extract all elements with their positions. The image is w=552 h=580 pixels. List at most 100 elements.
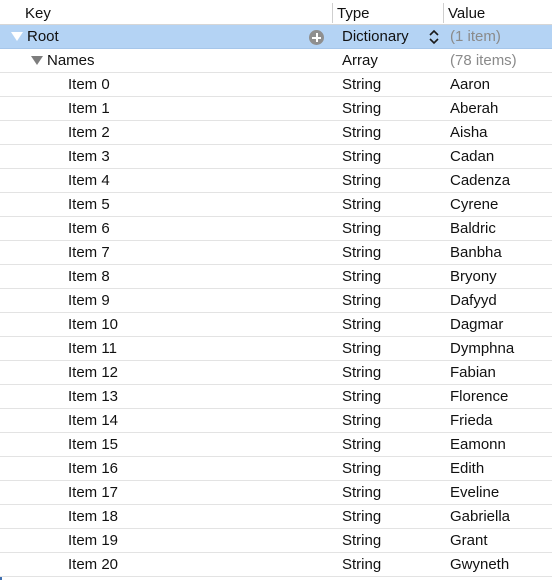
item-key: Item 15: [68, 436, 119, 453]
item-type: String: [342, 508, 382, 525]
list-item[interactable]: Item 18 String Gabriella: [0, 505, 552, 529]
list-item[interactable]: Item 6 String Baldric: [0, 217, 552, 241]
item-type: String: [342, 388, 382, 405]
list-item[interactable]: Item 7 String Banbha: [0, 241, 552, 265]
names-type: Array: [342, 52, 378, 69]
list-item[interactable]: Item 11 String Dymphna: [0, 337, 552, 361]
list-item[interactable]: Item 13 String Florence: [0, 385, 552, 409]
list-item[interactable]: Item 17 String Eveline: [0, 481, 552, 505]
item-value[interactable]: Eamonn: [450, 433, 506, 456]
item-key: Item 16: [68, 460, 119, 477]
item-key: Item 4: [68, 172, 110, 189]
item-key: Item 20: [68, 556, 119, 573]
item-key: Item 2: [68, 124, 110, 141]
list-item[interactable]: Item 4 String Cadenza: [0, 169, 552, 193]
disclosure-triangle-icon[interactable]: [31, 56, 43, 65]
item-value[interactable]: Edith: [450, 457, 484, 480]
list-item[interactable]: Item 14 String Frieda: [0, 409, 552, 433]
item-value[interactable]: Dymphna: [450, 337, 514, 360]
column-header-key[interactable]: Key: [25, 0, 51, 25]
item-key: Item 11: [68, 340, 117, 357]
item-key: Item 19: [68, 532, 119, 549]
item-value[interactable]: Banbha: [450, 241, 502, 264]
item-value[interactable]: Baldric: [450, 217, 496, 240]
list-item[interactable]: Item 1 String Aberah: [0, 97, 552, 121]
list-item[interactable]: Item 2 String Aisha: [0, 121, 552, 145]
column-divider[interactable]: [443, 3, 444, 23]
item-value[interactable]: Frieda: [450, 409, 493, 432]
item-key: Item 1: [68, 100, 110, 117]
item-key: Item 0: [68, 76, 110, 93]
item-type: String: [342, 316, 382, 333]
item-type: String: [342, 556, 382, 573]
item-type: String: [342, 460, 382, 477]
item-key: Item 12: [68, 364, 119, 381]
item-key: Item 8: [68, 268, 110, 285]
item-value[interactable]: Bryony: [450, 265, 497, 288]
item-key: Item 9: [68, 292, 110, 309]
list-item[interactable]: Item 10 String Dagmar: [0, 313, 552, 337]
item-key: Item 13: [68, 388, 119, 405]
item-value[interactable]: Cadan: [450, 145, 494, 168]
root-value: (1 item): [450, 28, 501, 45]
item-type: String: [342, 76, 382, 93]
names-key: Names: [47, 52, 95, 69]
item-value[interactable]: Dagmar: [450, 313, 503, 336]
root-type[interactable]: Dictionary: [342, 25, 409, 48]
item-type: String: [342, 172, 382, 189]
item-type: String: [342, 244, 382, 261]
list-item[interactable]: Item 20 String Gwyneth: [0, 553, 552, 577]
item-type: String: [342, 364, 382, 381]
list-item[interactable]: Item 16 String Edith: [0, 457, 552, 481]
list-item[interactable]: Item 8 String Bryony: [0, 265, 552, 289]
add-icon[interactable]: [309, 30, 324, 45]
list-item[interactable]: Item 3 String Cadan: [0, 145, 552, 169]
item-type: String: [342, 292, 382, 309]
plist-editor: Key Type Value Root Dictionary (1 item) …: [0, 0, 552, 580]
plist-rows: Root Dictionary (1 item) Names Array (78…: [0, 25, 552, 577]
item-key: Item 10: [68, 316, 119, 333]
item-value[interactable]: Florence: [450, 385, 508, 408]
column-header-type[interactable]: Type: [337, 0, 370, 25]
item-value[interactable]: Fabian: [450, 361, 496, 384]
item-value[interactable]: Cadenza: [450, 169, 510, 192]
list-item[interactable]: Item 19 String Grant: [0, 529, 552, 553]
item-type: String: [342, 532, 382, 549]
item-type: String: [342, 340, 382, 357]
column-divider[interactable]: [332, 3, 333, 23]
item-value[interactable]: Aaron: [450, 73, 490, 96]
item-type: String: [342, 100, 382, 117]
item-value[interactable]: Aberah: [450, 97, 498, 120]
root-row[interactable]: Root Dictionary (1 item): [0, 25, 552, 49]
item-type: String: [342, 412, 382, 429]
item-value[interactable]: Aisha: [450, 121, 488, 144]
column-header-value[interactable]: Value: [448, 0, 485, 25]
item-key: Item 6: [68, 220, 110, 237]
item-value[interactable]: Dafyyd: [450, 289, 497, 312]
item-type: String: [342, 268, 382, 285]
up-down-chevron-icon[interactable]: [428, 29, 440, 45]
item-value[interactable]: Gabriella: [450, 505, 510, 528]
column-header: Key Type Value: [0, 0, 552, 25]
list-item[interactable]: Item 5 String Cyrene: [0, 193, 552, 217]
list-item[interactable]: Item 12 String Fabian: [0, 361, 552, 385]
item-value[interactable]: Gwyneth: [450, 553, 509, 576]
list-item[interactable]: Item 0 String Aaron: [0, 73, 552, 97]
item-value[interactable]: Cyrene: [450, 193, 498, 216]
item-key: Item 5: [68, 196, 110, 213]
item-key: Item 7: [68, 244, 110, 261]
item-type: String: [342, 196, 382, 213]
item-key: Item 17: [68, 484, 119, 501]
root-key: Root: [27, 28, 59, 45]
disclosure-triangle-icon[interactable]: [11, 32, 23, 41]
item-value[interactable]: Grant: [450, 529, 488, 552]
item-key: Item 18: [68, 508, 119, 525]
list-item[interactable]: Item 9 String Dafyyd: [0, 289, 552, 313]
item-value[interactable]: Eveline: [450, 481, 499, 504]
item-key: Item 3: [68, 148, 110, 165]
list-item[interactable]: Item 15 String Eamonn: [0, 433, 552, 457]
item-type: String: [342, 436, 382, 453]
names-value: (78 items): [450, 52, 517, 69]
names-row[interactable]: Names Array (78 items): [0, 49, 552, 73]
item-type: String: [342, 484, 382, 501]
